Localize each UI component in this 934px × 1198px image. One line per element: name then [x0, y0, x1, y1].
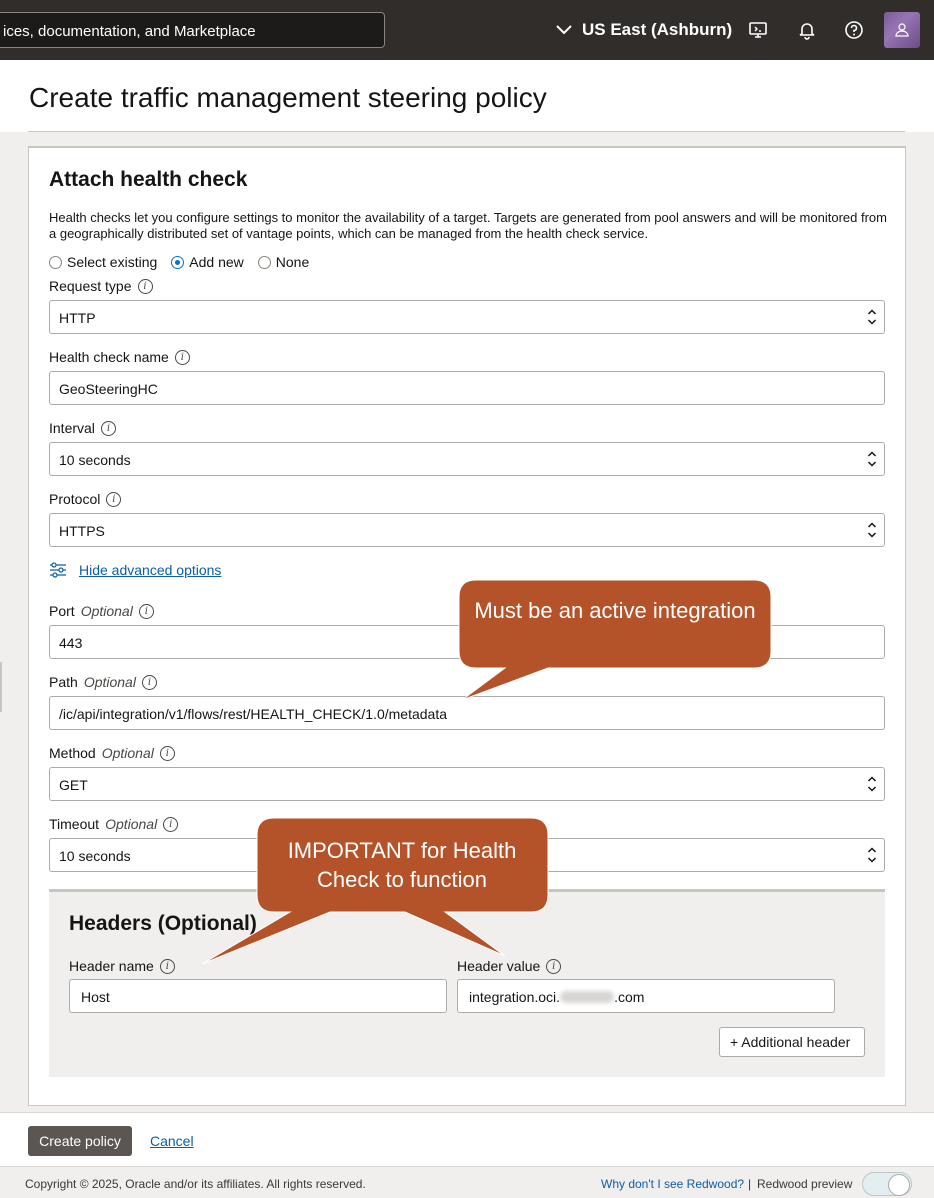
radio-none[interactable]: None	[257, 254, 310, 270]
select-value: 10 seconds	[59, 848, 131, 864]
radio-label: Add new	[189, 254, 244, 270]
help-icon[interactable]	[844, 20, 864, 40]
left-edge-marker	[0, 662, 2, 712]
redwood-preview-toggle[interactable]	[862, 1172, 912, 1196]
header-value-suffix: .com	[614, 989, 645, 1005]
request-type-select[interactable]: HTTP	[49, 300, 885, 334]
search-input[interactable]: ices, documentation, and Marketplace	[0, 12, 385, 48]
radio-add-new[interactable]: Add new	[171, 254, 244, 270]
top-navigation-bar: ices, documentation, and Marketplace US …	[0, 0, 934, 60]
form-actions: Create policy Cancel	[0, 1112, 934, 1166]
copyright-text: Copyright © 2025, Oracle and/or its affi…	[25, 1177, 366, 1191]
section-description: Health checks let you configure settings…	[49, 210, 887, 241]
cancel-link[interactable]: Cancel	[150, 1133, 194, 1149]
request-type-label: Request type i	[49, 278, 153, 294]
redwood-preview-label: Redwood preview	[757, 1177, 853, 1191]
radio-circle[interactable]	[257, 255, 271, 269]
select-value: 10 seconds	[59, 452, 131, 468]
callout-important-text: IMPORTANT for Health Check to function	[287, 838, 517, 892]
select-value: HTTPS	[59, 523, 105, 539]
protocol-select[interactable]: HTTPS	[49, 513, 885, 547]
headers-title: Headers (Optional)	[69, 912, 257, 935]
footer-separator: |	[748, 1177, 752, 1191]
optional-tag: Optional	[80, 603, 133, 619]
info-icon[interactable]: i	[159, 745, 175, 761]
sliders-icon	[50, 562, 66, 578]
method-select[interactable]: GET	[49, 767, 885, 801]
radio-circle[interactable]	[49, 255, 62, 269]
chevron-updown-icon	[867, 451, 877, 467]
radio-label: None	[275, 254, 310, 270]
port-label: Port Optional i	[49, 603, 154, 619]
radio-label: Select existing	[67, 254, 158, 270]
info-icon[interactable]: i	[174, 349, 190, 365]
health-check-name-label: Health check name i	[49, 349, 190, 365]
health-check-section: Attach health check Health checks let yo…	[28, 146, 906, 1106]
chevron-down-icon	[556, 25, 572, 35]
header-name-label: Header name i	[69, 958, 175, 974]
header-value-input[interactable]: integration.oci. .com	[457, 979, 835, 1013]
optional-tag: Optional	[83, 674, 136, 690]
info-icon[interactable]: i	[163, 816, 179, 832]
advanced-options-toggle[interactable]: Hide advanced options	[49, 562, 221, 578]
additional-header-button[interactable]: + Additional header	[719, 1027, 865, 1057]
info-icon[interactable]: i	[137, 278, 153, 294]
page-footer: Copyright © 2025, Oracle and/or its affi…	[0, 1166, 934, 1198]
page-title: Create traffic management steering polic…	[29, 82, 547, 113]
info-icon[interactable]: i	[141, 674, 157, 690]
select-value: GET	[59, 777, 88, 793]
path-input[interactable]: /ic/api/integration/v1/flows/rest/HEALTH…	[49, 696, 885, 730]
protocol-label: Protocol i	[49, 491, 122, 507]
info-icon[interactable]: i	[100, 420, 116, 436]
user-icon	[895, 23, 909, 37]
health-check-mode-radio-group: Select existing Add new None	[49, 254, 309, 270]
why-redwood-link[interactable]: Why don't I see Redwood?	[601, 1177, 744, 1191]
callout-active-text: Must be an active integration	[474, 598, 756, 623]
chevron-updown-icon	[867, 309, 877, 325]
region-selector[interactable]: US East (Ashburn)	[556, 20, 732, 40]
bell-icon[interactable]	[797, 20, 817, 40]
cloud-shell-icon[interactable]	[748, 20, 768, 40]
headers-section: Headers (Optional) Header name i Host Hea…	[49, 889, 885, 1077]
info-icon[interactable]: i	[106, 491, 122, 507]
health-check-name-input[interactable]: GeoSteeringHC	[49, 371, 885, 405]
header-divider	[28, 131, 905, 132]
page-header: Create traffic management steering polic…	[0, 60, 934, 132]
create-policy-button[interactable]: Create policy	[28, 1126, 132, 1156]
info-icon[interactable]: i	[546, 958, 562, 974]
hide-advanced-options-link[interactable]: Hide advanced options	[79, 562, 221, 578]
header-value-prefix: integration.oci.	[469, 989, 561, 1005]
optional-tag: Optional	[101, 745, 154, 761]
user-avatar[interactable]	[884, 12, 920, 48]
header-value-label: Header value i	[457, 958, 562, 974]
interval-select[interactable]: 10 seconds	[49, 442, 885, 476]
optional-tag: Optional	[105, 816, 158, 832]
info-icon[interactable]: i	[138, 603, 154, 619]
radio-select-existing[interactable]: Select existing	[49, 254, 157, 270]
method-label: Method Optional i	[49, 745, 175, 761]
redacted-text	[560, 991, 615, 1003]
port-input[interactable]: 443	[49, 625, 885, 659]
header-name-input[interactable]: Host	[69, 979, 447, 1013]
path-label: Path Optional i	[49, 674, 157, 690]
interval-label: Interval i	[49, 420, 116, 436]
section-title: Attach health check	[49, 168, 248, 191]
radio-circle-selected[interactable]	[171, 255, 185, 269]
info-icon[interactable]: i	[159, 958, 175, 974]
chevron-updown-icon	[867, 847, 877, 863]
region-label: US East (Ashburn)	[582, 20, 733, 39]
chevron-updown-icon	[867, 522, 877, 538]
chevron-updown-icon	[867, 776, 877, 792]
select-value: HTTP	[59, 310, 96, 326]
timeout-label: Timeout Optional i	[49, 816, 179, 832]
